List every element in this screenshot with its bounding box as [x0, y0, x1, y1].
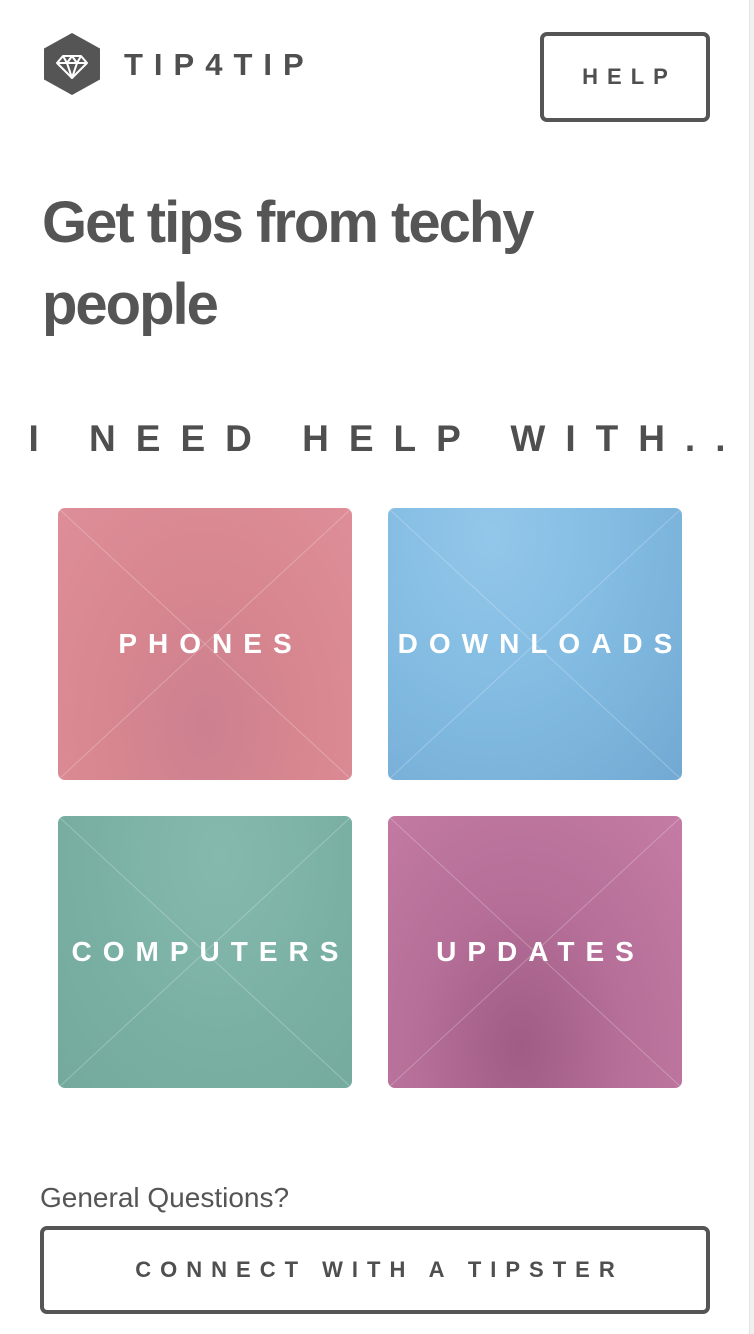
- brand-logo[interactable]: TIP4TIP: [43, 32, 315, 96]
- page: TIP4TIP HELP Get tips from techy people …: [0, 0, 754, 1334]
- page-title: Get tips from techy people: [42, 190, 535, 337]
- diamond-hexagon-icon: [44, 33, 100, 95]
- category-tile-downloads[interactable]: DOWNLOADS: [388, 508, 682, 780]
- category-prompt: I NEED HELP WITH..: [28, 418, 746, 459]
- category-tile-phones[interactable]: PHONES: [58, 508, 352, 780]
- category-label: UPDATES: [436, 936, 645, 967]
- scrollbar-track[interactable]: [749, 0, 754, 1334]
- brand-name: TIP4TIP: [124, 46, 315, 82]
- general-questions-label: General Questions?: [40, 1182, 290, 1213]
- help-button[interactable]: HELP: [540, 32, 710, 122]
- category-label: PHONES: [118, 628, 303, 659]
- category-label: COMPUTERS: [71, 936, 350, 967]
- category-tile-updates[interactable]: UPDATES: [388, 816, 682, 1088]
- category-tile-computers[interactable]: COMPUTERS: [58, 816, 352, 1088]
- connect-tipster-button[interactable]: CONNECT WITH A TIPSTER: [40, 1226, 710, 1314]
- category-label: DOWNLOADS: [397, 628, 682, 659]
